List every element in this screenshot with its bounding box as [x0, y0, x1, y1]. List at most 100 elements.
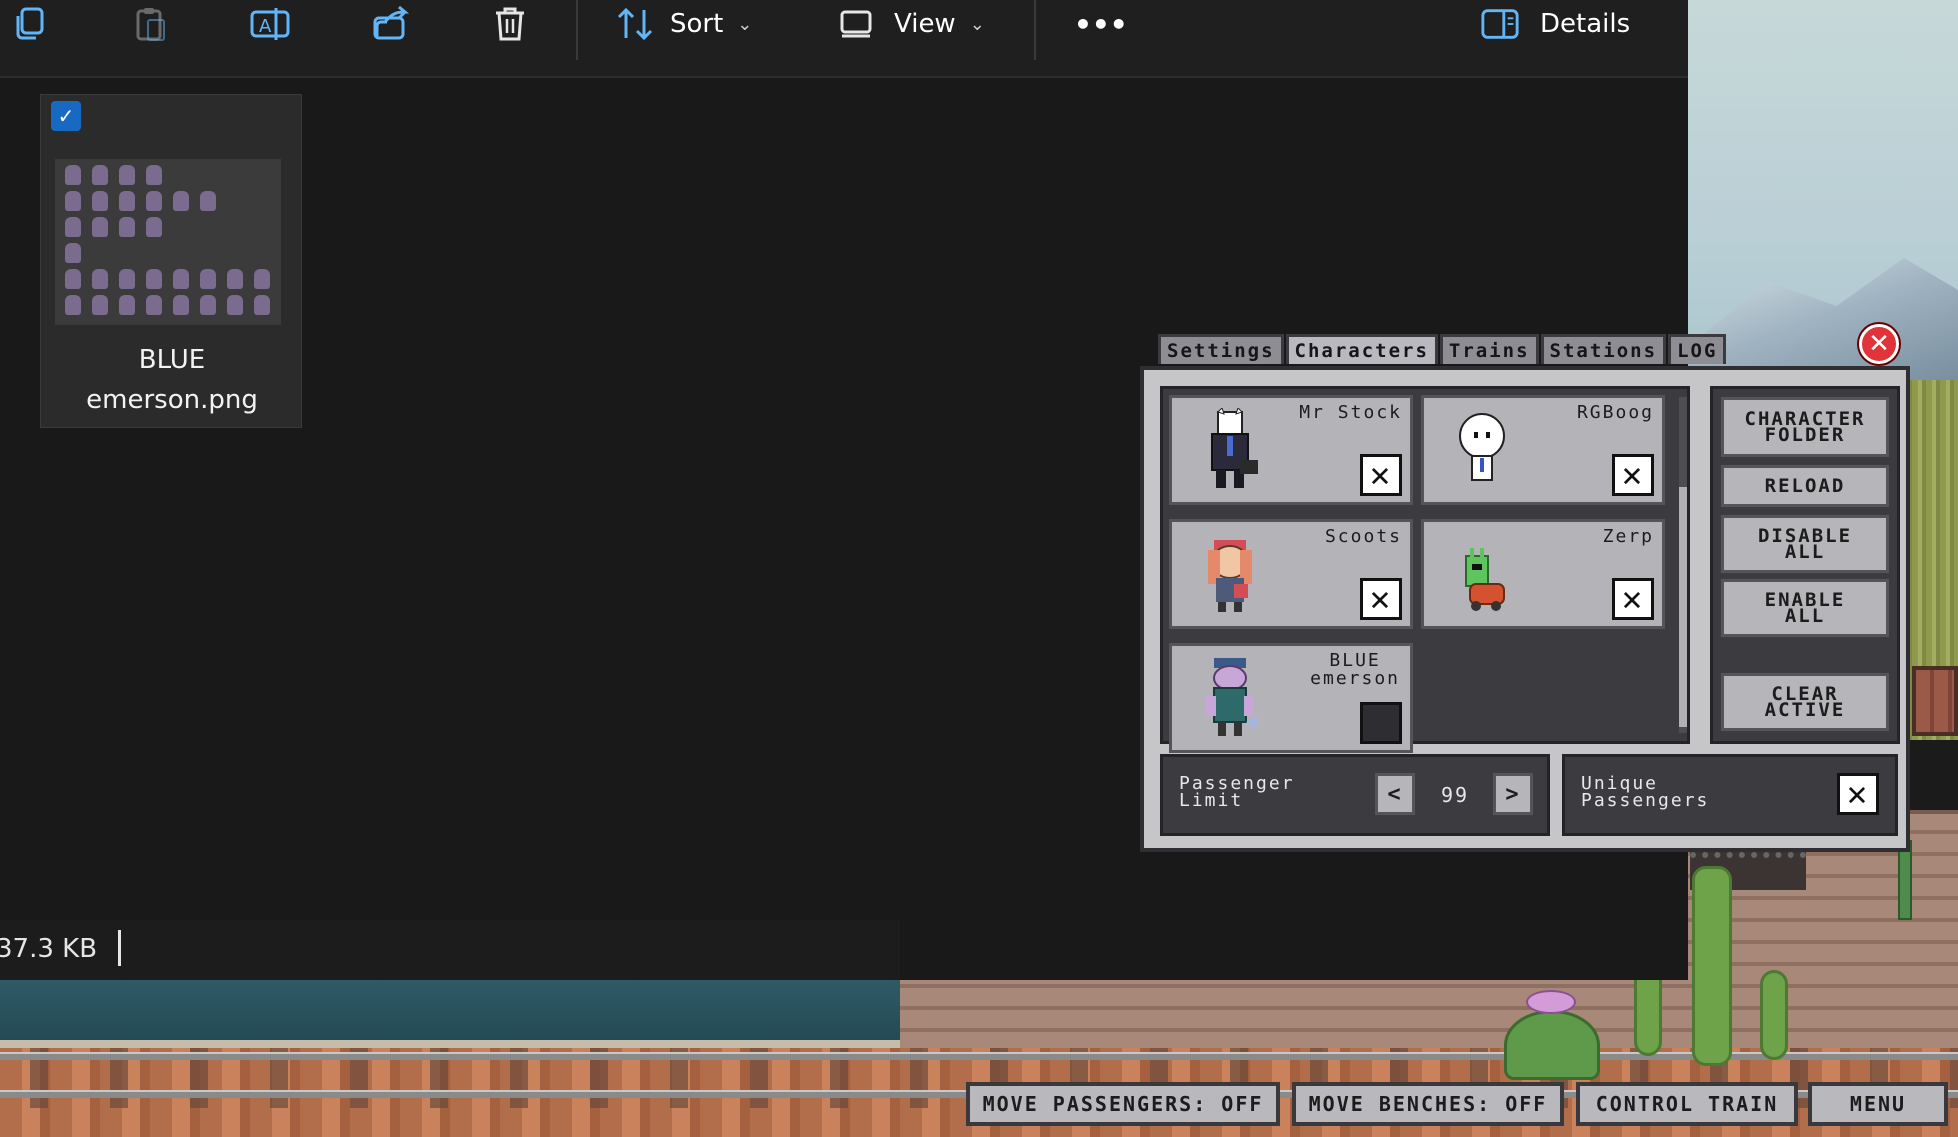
character-card-rgboog: RGBoog ✕	[1421, 395, 1665, 505]
character-list: Mr Stock ✕ RGBoog ✕ Scoots ✕ Zerp ✕ BLUE…	[1160, 386, 1690, 753]
unique-passengers-toggle[interactable]: ✕	[1837, 773, 1879, 815]
menu-button[interactable]: MENU	[1808, 1082, 1948, 1126]
sort-icon	[616, 4, 656, 44]
character-list-scrollbar[interactable]	[1679, 397, 1687, 733]
character-toggle-off[interactable]	[1360, 702, 1402, 744]
disable-all-button[interactable]: DISABLE ALL	[1721, 515, 1889, 573]
rgboog-sprite	[1452, 408, 1512, 492]
character-actions: CHARACTER FOLDER RELOAD DISABLE ALL ENAB…	[1710, 386, 1900, 744]
share-button[interactable]	[370, 0, 410, 48]
sprite-frame	[200, 295, 216, 315]
rename-button[interactable]: A	[250, 0, 290, 48]
paste-button[interactable]	[130, 0, 170, 48]
sprite-frame	[65, 269, 81, 289]
selection-checkbox[interactable]: ✓	[51, 101, 81, 131]
character-name: Zerp	[1602, 526, 1654, 547]
character-folder-button[interactable]: CHARACTER FOLDER	[1721, 397, 1889, 457]
blue-emerson-sprite	[1200, 656, 1260, 740]
control-train-button[interactable]: CONTROL TRAIN	[1576, 1082, 1798, 1126]
tab-stations[interactable]: Stations	[1540, 334, 1667, 364]
passenger-limit-box: Passenger Limit < 99 >	[1160, 754, 1550, 836]
sprite-frame	[119, 191, 135, 211]
sprite-frame	[65, 191, 81, 211]
sprite-frame	[65, 295, 81, 315]
sprite-sheet-thumbnail	[55, 159, 281, 325]
svg-text:A: A	[259, 16, 272, 37]
character-toggle-on[interactable]: ✕	[1360, 578, 1402, 620]
character-name: RGBoog	[1576, 402, 1654, 423]
sprite-frame	[92, 191, 108, 211]
mr-stock-sprite	[1200, 407, 1260, 492]
view-icon	[836, 4, 876, 44]
tab-log[interactable]: LOG	[1668, 334, 1727, 364]
water	[0, 980, 900, 1040]
sort-button[interactable]: Sort ⌄	[616, 0, 752, 48]
enable-all-label-2: ALL	[1784, 605, 1826, 627]
scrollbar-thumb[interactable]	[1679, 487, 1687, 727]
move-benches-button[interactable]: MOVE BENCHES: OFF	[1292, 1082, 1564, 1126]
details-button[interactable]: Details	[1480, 0, 1630, 48]
passenger-limit-decrease-button[interactable]: <	[1375, 773, 1415, 815]
character-name: Scoots	[1324, 526, 1402, 547]
character-toggle-on[interactable]: ✕	[1612, 454, 1654, 496]
sprite-frame	[173, 295, 189, 315]
cactus-flower	[1526, 990, 1576, 1014]
toolbar-divider	[576, 0, 578, 60]
enable-all-button[interactable]: ENABLE ALL	[1721, 579, 1889, 637]
panel-tabs: Settings Characters Trains Stations LOG	[1158, 334, 1728, 364]
copy-icon	[10, 4, 50, 44]
scoots-sprite	[1200, 532, 1260, 616]
sprite-frame	[227, 295, 243, 315]
character-name-line2: emerson	[1310, 668, 1400, 689]
reload-button[interactable]: RELOAD	[1721, 465, 1889, 507]
character-toggle-on[interactable]: ✕	[1612, 578, 1654, 620]
passenger-limit-value: 99	[1440, 783, 1470, 807]
trash-icon	[490, 4, 530, 44]
checkmark-icon: ✓	[57, 104, 75, 128]
sprite-frame	[92, 165, 108, 185]
characters-panel: Mr Stock ✕ RGBoog ✕ Scoots ✕ Zerp ✕ BLUE…	[1140, 366, 1910, 852]
file-name-line1: BLUE	[138, 345, 206, 375]
sprite-frame	[146, 191, 162, 211]
tab-characters[interactable]: Characters	[1285, 334, 1438, 364]
barrel-cactus	[1504, 1010, 1600, 1080]
character-toggle-on[interactable]: ✕	[1360, 454, 1402, 496]
disable-all-label-2: ALL	[1784, 541, 1826, 563]
copy-button[interactable]	[10, 0, 50, 48]
tab-settings[interactable]: Settings	[1158, 334, 1284, 364]
share-icon	[370, 4, 410, 44]
sprite-frame	[92, 217, 108, 237]
sprite-frame	[65, 217, 81, 237]
unique-passengers-label: Unique Passengers	[1581, 775, 1710, 811]
sprite-frame	[119, 295, 135, 315]
passenger-limit-label-2: Limit	[1179, 790, 1244, 811]
passenger-limit-increase-button[interactable]: >	[1493, 773, 1533, 815]
tab-trains[interactable]: Trains	[1439, 334, 1539, 364]
cactus-large	[1692, 866, 1732, 1066]
sprite-frame	[200, 269, 216, 289]
delete-button[interactable]	[490, 0, 530, 48]
passenger-settings: Passenger Limit < 99 > Unique Passengers…	[1160, 754, 1898, 836]
sprite-frame	[65, 165, 81, 185]
zerp-sprite	[1452, 532, 1512, 616]
more-options-button[interactable]: •••	[1074, 0, 1128, 48]
character-name: BLUE emerson	[1310, 652, 1400, 688]
paste-icon	[130, 4, 170, 44]
unique-passengers-label-2: Passengers	[1581, 790, 1710, 811]
file-item[interactable]: ✓ BLUE emerson.png	[40, 94, 302, 428]
close-panel-button[interactable]: ✕	[1859, 324, 1899, 364]
chevron-down-icon: ⌄	[969, 13, 985, 35]
sprite-frame	[254, 269, 270, 289]
passenger-limit-label: Passenger Limit	[1179, 775, 1295, 811]
chevron-down-icon: ⌄	[737, 13, 753, 35]
sprite-frame	[119, 269, 135, 289]
view-button[interactable]: View ⌄	[836, 0, 985, 48]
move-passengers-button[interactable]: MOVE PASSENGERS: OFF	[966, 1082, 1280, 1126]
selected-size: 37.3 KB	[0, 934, 98, 964]
clear-active-label-2: ACTIVE	[1764, 699, 1846, 721]
sprite-frame	[146, 295, 162, 315]
clear-active-button[interactable]: CLEAR ACTIVE	[1721, 673, 1889, 731]
sprite-frame	[65, 243, 81, 263]
sort-label: Sort	[670, 9, 724, 39]
unique-passengers-box: Unique Passengers ✕	[1562, 754, 1898, 836]
